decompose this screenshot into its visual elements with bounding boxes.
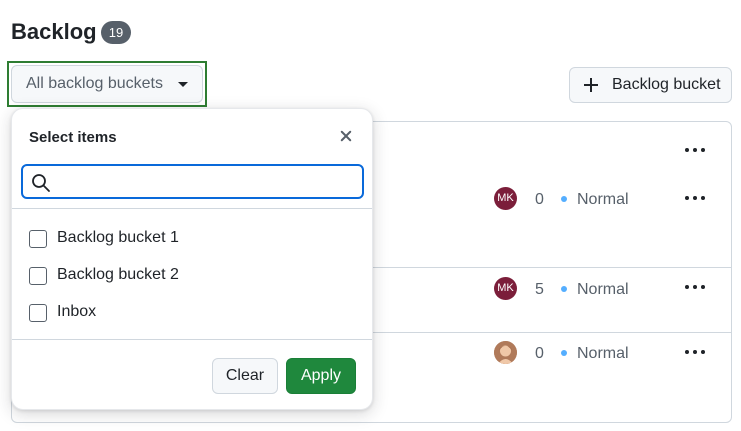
priority-label: Normal: [577, 345, 629, 362]
page-title: Backlog: [11, 19, 97, 44]
add-backlog-bucket-label: Backlog bucket: [612, 76, 721, 93]
avatar: [494, 341, 517, 364]
priority-dot: [561, 196, 567, 202]
item-count: 0: [535, 191, 544, 208]
more-horizontal-icon[interactable]: [685, 148, 705, 154]
search-input[interactable]: [57, 170, 357, 194]
apply-button[interactable]: Apply: [286, 358, 356, 394]
priority-dot: [561, 286, 567, 292]
count-badge: 19: [101, 21, 131, 44]
priority-label: Normal: [577, 281, 629, 298]
popover-divider: [12, 208, 372, 209]
popover-title: Select items: [29, 129, 117, 146]
caret-down-icon: [178, 82, 188, 87]
priority-label: Normal: [577, 191, 629, 208]
clear-button[interactable]: Clear: [212, 358, 278, 394]
priority-dot: [561, 350, 567, 356]
search-field[interactable]: [21, 164, 364, 199]
select-items-popover: Select items Backlog bucket 1 Backlog bu…: [11, 108, 373, 410]
option-label: Backlog bucket 2: [57, 266, 179, 283]
bucket-filter-dropdown[interactable]: All backlog buckets: [11, 65, 203, 103]
checkbox[interactable]: [29, 267, 47, 285]
more-horizontal-icon[interactable]: [685, 196, 705, 202]
item-count: 5: [535, 281, 544, 298]
popover-divider: [12, 339, 372, 340]
option-label: Inbox: [57, 303, 97, 320]
close-icon[interactable]: [338, 128, 354, 144]
checkbox[interactable]: [29, 304, 47, 322]
bucket-filter-label: All backlog buckets: [26, 75, 163, 92]
plus-icon: [584, 78, 598, 92]
add-backlog-bucket-button[interactable]: Backlog bucket: [569, 67, 732, 103]
search-icon: [32, 174, 50, 192]
avatar-photo-icon: [494, 341, 517, 364]
avatar: MK: [494, 187, 517, 210]
checkbox[interactable]: [29, 230, 47, 248]
more-horizontal-icon[interactable]: [685, 350, 705, 356]
avatar: MK: [494, 277, 517, 300]
item-count: 0: [535, 345, 544, 362]
option-label: Backlog bucket 1: [57, 229, 179, 246]
more-horizontal-icon[interactable]: [685, 285, 705, 291]
